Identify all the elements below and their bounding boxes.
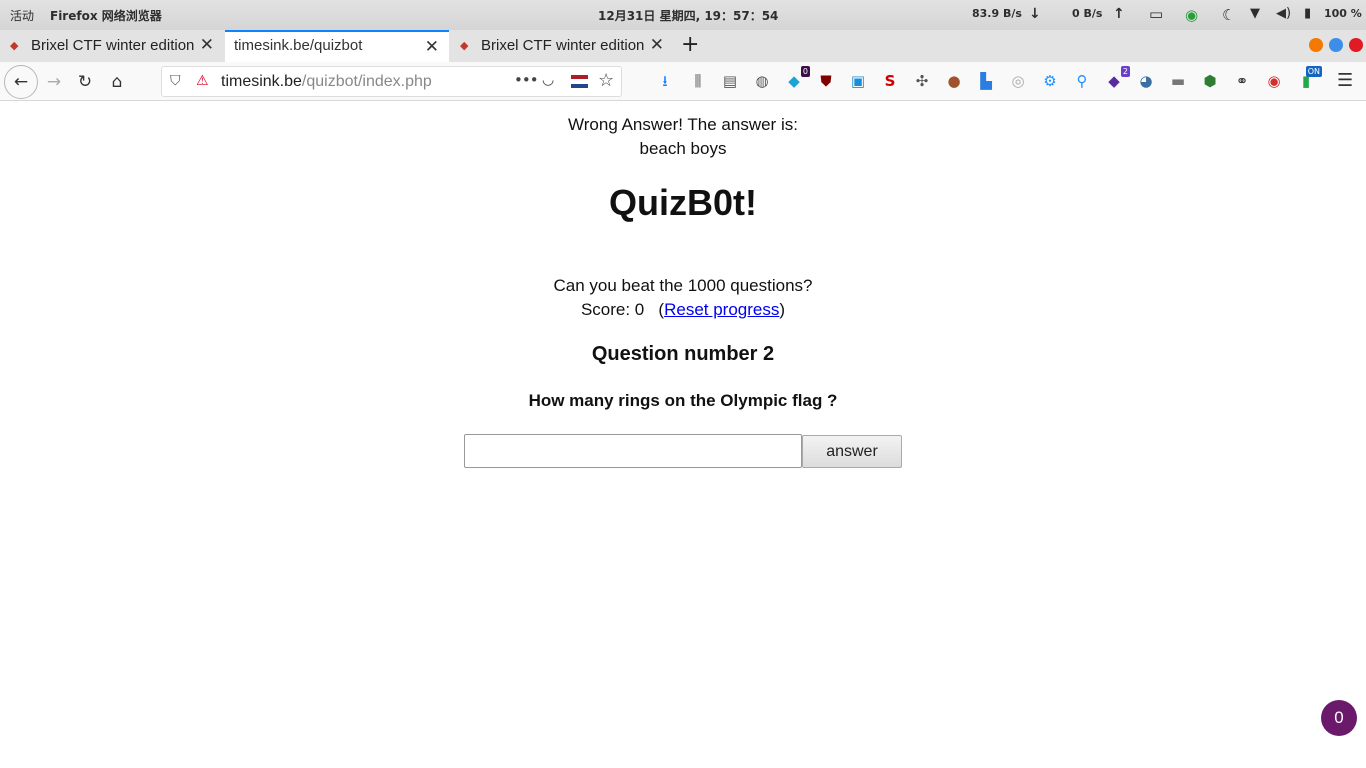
- bookmark-star-icon[interactable]: ☆: [598, 70, 614, 91]
- extension-badge-count: 0: [800, 66, 810, 77]
- toggle-extension-icon[interactable]: ▮ ON: [1296, 66, 1322, 91]
- question-text: How many rings on the Olympic flag ?: [528, 391, 838, 410]
- skype-icon[interactable]: ▣: [848, 71, 868, 91]
- tab-title: Brixel CTF winter edition: [481, 37, 645, 54]
- tab-close-icon[interactable]: ✕: [425, 37, 439, 57]
- cookie-icon[interactable]: ●: [944, 71, 964, 91]
- record-extension-icon[interactable]: ◉: [1264, 71, 1284, 91]
- url-text[interactable]: timesink.be/quizbot/index.php: [221, 73, 432, 91]
- tracking-shield-icon[interactable]: ⛉: [170, 73, 181, 89]
- new-tab-icon[interactable]: +: [681, 32, 699, 57]
- tab-title: timesink.be/quizbot: [234, 37, 363, 54]
- wrong-answer-message: Wrong Answer! The answer is: beach boys: [0, 113, 1366, 161]
- puzzle-extension-icon[interactable]: ✣: [912, 71, 932, 91]
- app-menu[interactable]: Firefox 网络浏览器: [50, 7, 162, 24]
- tab-close-icon[interactable]: ✕: [200, 35, 214, 55]
- script-icon[interactable]: S: [880, 71, 900, 91]
- close-window-icon[interactable]: [1349, 38, 1363, 52]
- intro-block: Can you beat the 1000 questions? Score: …: [0, 274, 1366, 322]
- downloads-icon[interactable]: ⭳: [655, 71, 675, 91]
- floating-counter-badge[interactable]: 0: [1321, 700, 1357, 736]
- system-top-bar: 活动 Firefox 网络浏览器 12月31日 星期四, 19：57：54 83…: [0, 0, 1366, 30]
- circle-extension-icon[interactable]: ◎: [1008, 71, 1028, 91]
- page-content: Wrong Answer! The answer is: beach boys …: [0, 102, 1366, 768]
- file-extension-icon[interactable]: ▙: [976, 71, 996, 91]
- brixel-favicon-icon: ◆: [10, 40, 19, 52]
- clock[interactable]: 12月31日 星期四, 19：57：54: [598, 7, 778, 24]
- minimize-window-icon[interactable]: [1309, 38, 1323, 52]
- volume-icon[interactable]: ◀): [1276, 6, 1291, 21]
- account-icon[interactable]: ◍: [752, 71, 772, 91]
- home-button[interactable]: ⌂: [102, 67, 132, 97]
- tray-status-icon[interactable]: ◉: [1185, 6, 1198, 24]
- correct-answer-text: beach boys: [639, 139, 727, 158]
- netherlands-flag-icon[interactable]: [571, 75, 588, 88]
- dual-circle-extension-icon[interactable]: ⚭: [1232, 71, 1252, 91]
- battery-percentage: 100 %: [1324, 7, 1362, 20]
- question-number: Question number 2: [591, 343, 775, 365]
- wrong-answer-line: Wrong Answer! The answer is:: [568, 115, 798, 134]
- tab-title: Brixel CTF winter edition: [31, 37, 195, 54]
- network-download-speed: 83.9 B/s: [972, 7, 1022, 20]
- url-path: /quizbot/index.php: [301, 73, 432, 90]
- library-icon[interactable]: ⫼: [688, 71, 708, 91]
- key-extension-icon[interactable]: ⚲: [1072, 71, 1092, 91]
- pocket-icon[interactable]: ◡: [542, 72, 554, 88]
- insecure-connection-icon[interactable]: ⚠: [196, 73, 209, 89]
- sidebar-icon[interactable]: ▤: [720, 71, 740, 91]
- maximize-window-icon[interactable]: [1329, 38, 1343, 52]
- ublock-icon[interactable]: ⛊: [816, 71, 836, 91]
- tab-close-icon[interactable]: ✕: [650, 35, 664, 55]
- forward-button[interactable]: →: [39, 67, 69, 97]
- activities-button[interactable]: 活动: [10, 7, 34, 24]
- green-extension-icon[interactable]: ⬢: [1200, 71, 1220, 91]
- answer-input[interactable]: [464, 434, 802, 468]
- extension-badge-status: ON: [1305, 66, 1322, 77]
- intro-text: Can you beat the 1000 questions?: [553, 276, 813, 295]
- download-arrow-icon: ↓: [1029, 6, 1041, 22]
- container-extension-icon[interactable]: ▬: [1168, 71, 1188, 91]
- extension-badge-count: 2: [1120, 66, 1130, 77]
- brixel-favicon-icon: ◆: [460, 40, 469, 52]
- upload-arrow-icon: ↑: [1113, 6, 1125, 22]
- tab-strip: ◆ Brixel CTF winter edition ✕ timesink.b…: [0, 30, 1366, 62]
- page-actions-icon[interactable]: •••: [514, 71, 539, 89]
- reload-button[interactable]: ↻: [70, 67, 100, 97]
- network-upload-speed: 0 B/s: [1072, 7, 1103, 20]
- night-light-icon: ☾: [1222, 6, 1236, 24]
- back-button[interactable]: ←: [4, 65, 38, 99]
- gear-extension-icon[interactable]: ⚙: [1040, 71, 1060, 91]
- tab-quizbot[interactable]: timesink.be/quizbot ✕: [225, 30, 449, 62]
- globe-extension-icon[interactable]: ◕: [1136, 71, 1156, 91]
- page-title: QuizB0t!: [609, 182, 757, 223]
- battery-icon: ▮: [1304, 6, 1312, 21]
- navigation-toolbar: ← → ↻ ⌂ ⛉ ⚠ timesink.be/quizbot/index.ph…: [0, 62, 1366, 101]
- tray-app-icon[interactable]: ▭: [1149, 5, 1163, 23]
- reset-progress-link[interactable]: Reset progress: [664, 300, 779, 319]
- address-bar[interactable]: ⛉ ⚠ timesink.be/quizbot/index.php ••• ◡ …: [161, 66, 622, 97]
- purple-extension-icon[interactable]: ◆ 2: [1104, 66, 1130, 91]
- tab-brixel-2[interactable]: ◆ Brixel CTF winter edition ✕: [450, 30, 674, 62]
- score-line: Score: 0 (Reset progress): [580, 300, 786, 319]
- wifi-icon[interactable]: ▼: [1250, 6, 1260, 21]
- hamburger-menu-icon[interactable]: ☰: [1337, 70, 1353, 91]
- tab-brixel-1[interactable]: ◆ Brixel CTF winter edition ✕: [0, 30, 224, 62]
- answer-button[interactable]: answer: [802, 435, 902, 468]
- score-label: Score: 0: [580, 300, 645, 319]
- extension-badge-icon[interactable]: ◆ 0: [784, 66, 810, 91]
- url-host: timesink.be: [221, 73, 302, 90]
